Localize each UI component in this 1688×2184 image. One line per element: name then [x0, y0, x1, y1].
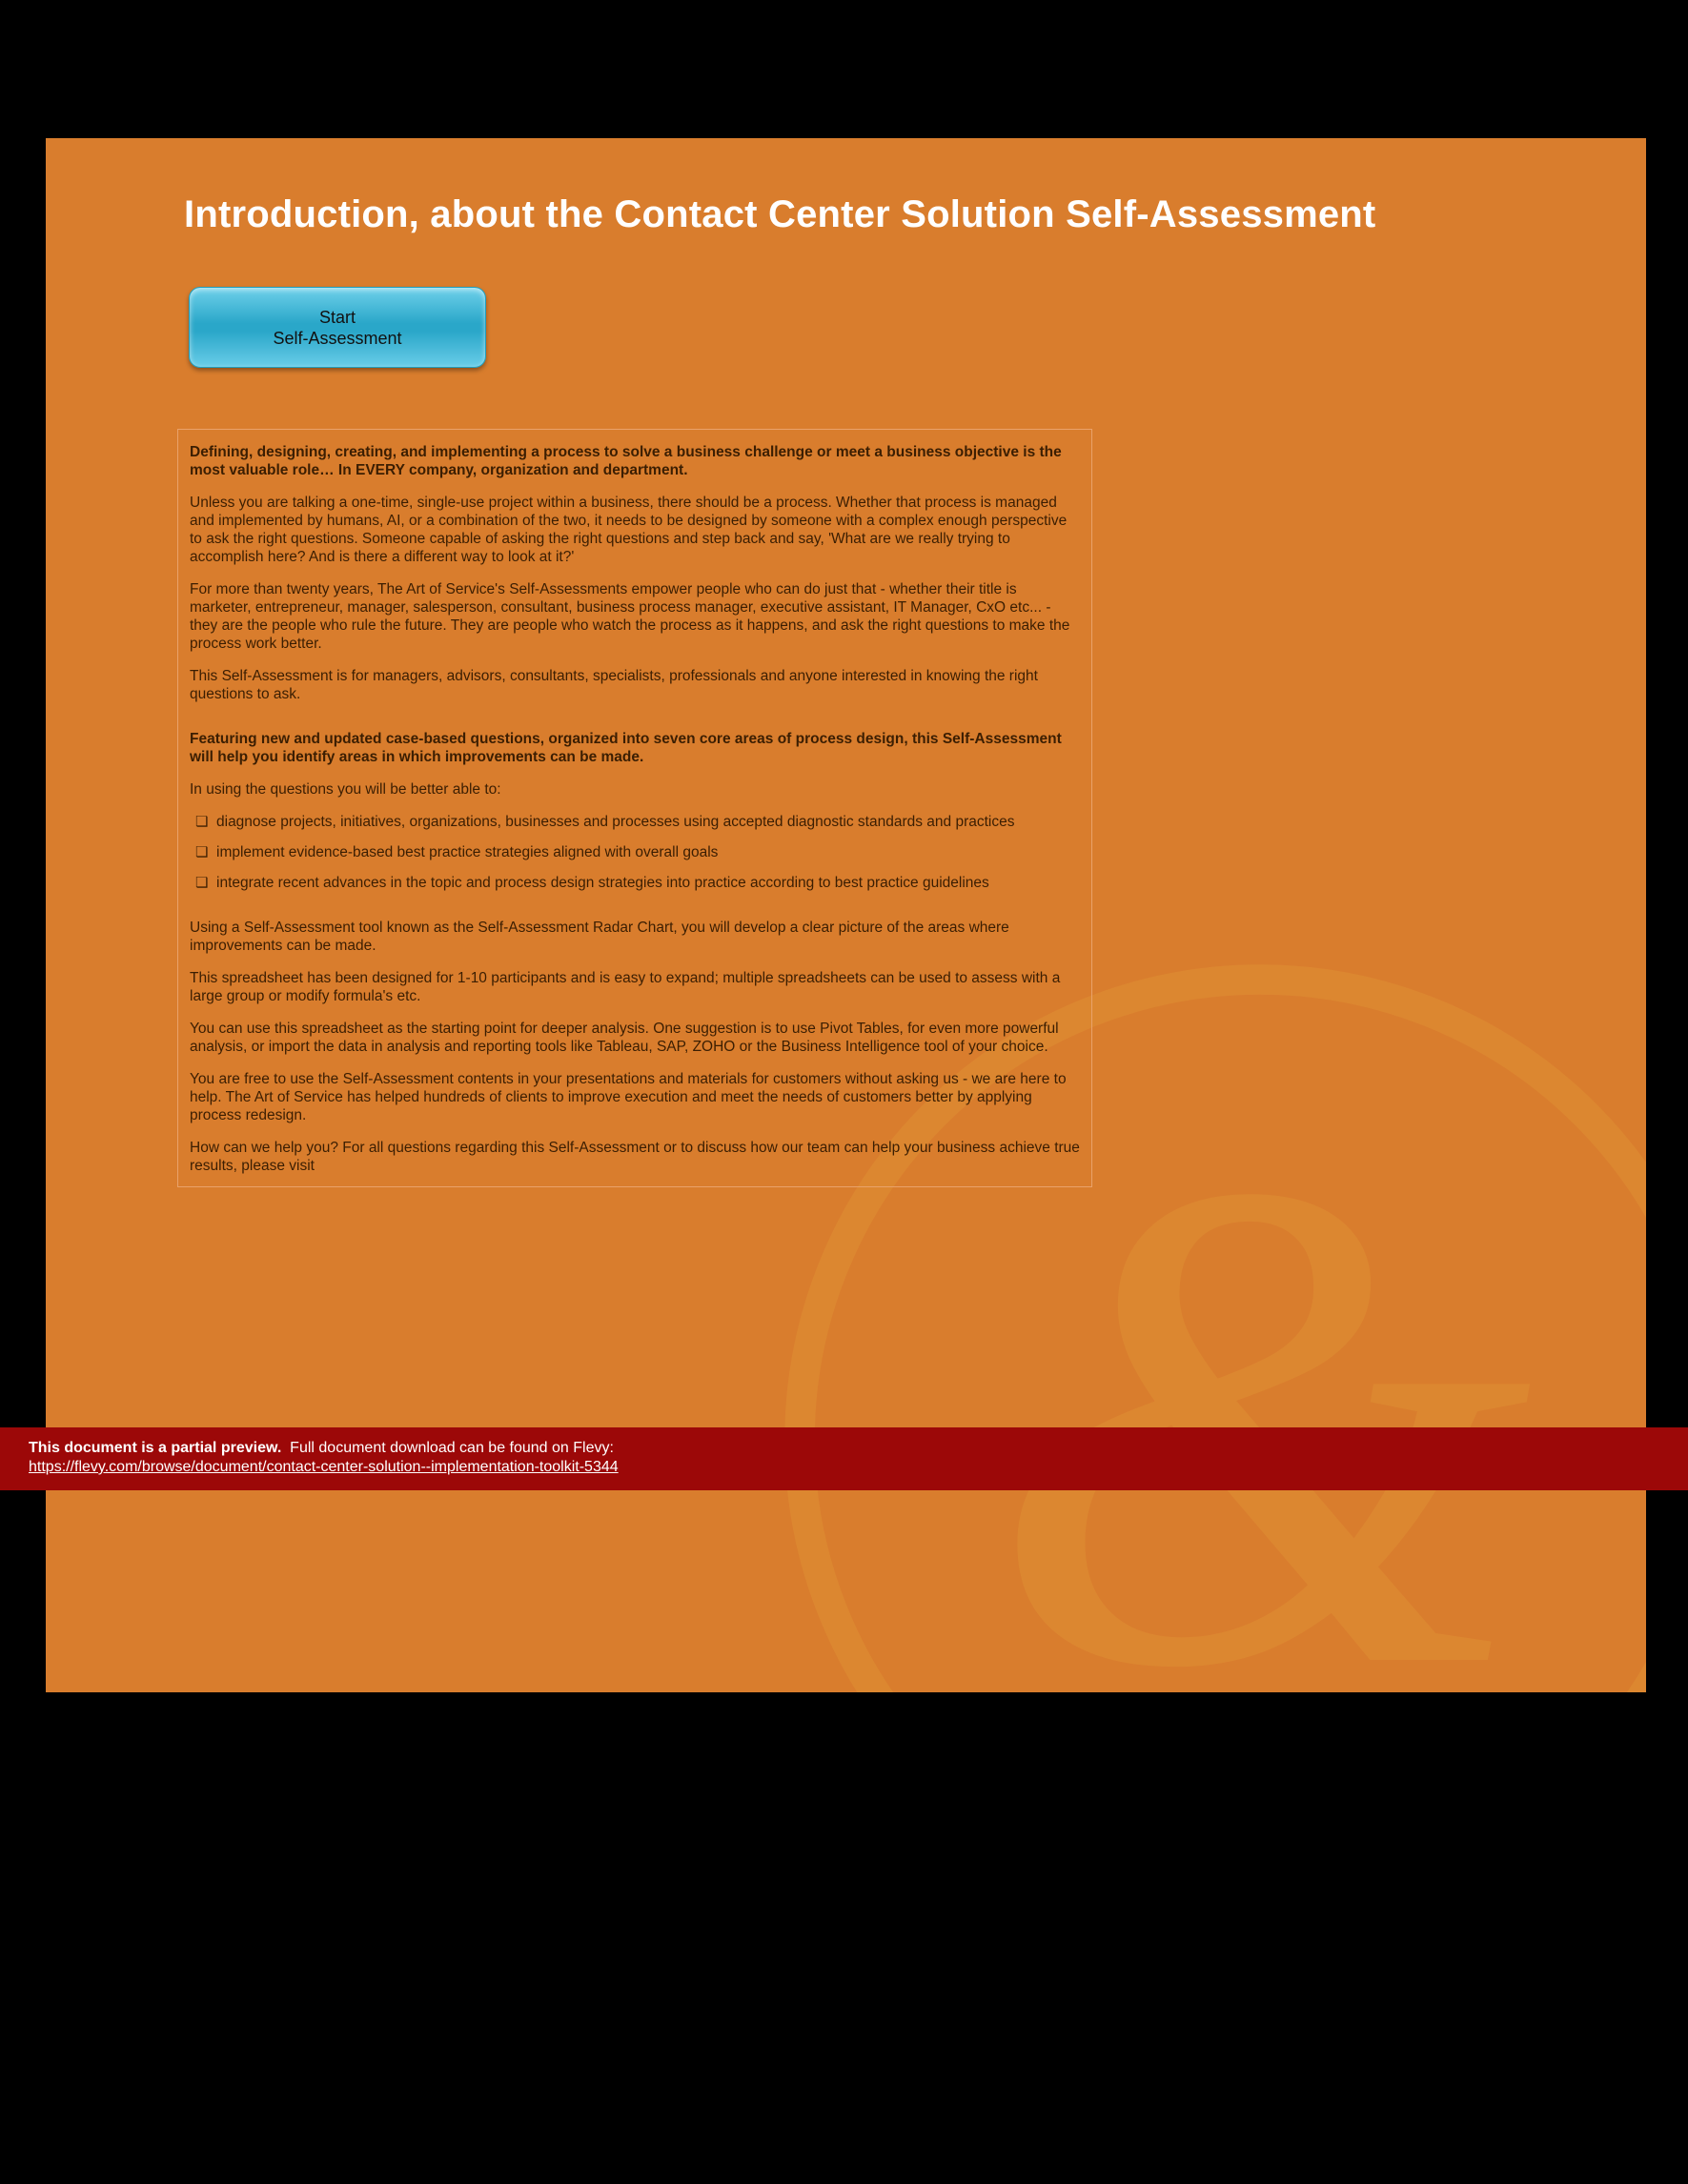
bullet-item: integrate recent advances in the topic a… — [190, 874, 1080, 892]
paragraph: Using a Self-Assessment tool known as th… — [190, 919, 1080, 955]
paragraph: How can we help you? For all questions r… — [190, 1139, 1080, 1175]
paragraph: Unless you are talking a one-time, singl… — [190, 494, 1080, 566]
button-line-2: Self-Assessment — [190, 328, 485, 349]
bullet-item: implement evidence-based best practice s… — [190, 843, 1080, 861]
lead-paragraph: Defining, designing, creating, and imple… — [190, 443, 1080, 479]
button-line-1: Start — [190, 307, 485, 328]
start-self-assessment-button[interactable]: Start Self-Assessment — [189, 287, 486, 368]
paragraph: This spreadsheet has been designed for 1… — [190, 969, 1080, 1005]
intro-text-box: Defining, designing, creating, and imple… — [177, 429, 1092, 1187]
banner-rest-text-2: Full document download can be found on F… — [290, 1440, 614, 1456]
paragraph: For more than twenty years, The Art of S… — [190, 580, 1080, 653]
banner-bold-text: This document is a partial preview. — [29, 1440, 281, 1456]
paragraph: You are free to use the Self-Assessment … — [190, 1070, 1080, 1124]
preview-banner: This document is a partial preview. Full… — [0, 1427, 1688, 1490]
bullet-item: diagnose projects, initiatives, organiza… — [190, 813, 1080, 831]
banner-link[interactable]: https://flevy.com/browse/document/contac… — [29, 1459, 619, 1475]
subhead-paragraph: Featuring new and updated case-based que… — [190, 730, 1080, 766]
paragraph: This Self-Assessment is for managers, ad… — [190, 667, 1080, 703]
paragraph: You can use this spreadsheet as the star… — [190, 1020, 1080, 1056]
viewer-stage: & Introduction, about the Contact Center… — [0, 0, 1688, 2184]
page-title: Introduction, about the Contact Center S… — [184, 193, 1375, 236]
paragraph: In using the questions you will be bette… — [190, 780, 1080, 799]
